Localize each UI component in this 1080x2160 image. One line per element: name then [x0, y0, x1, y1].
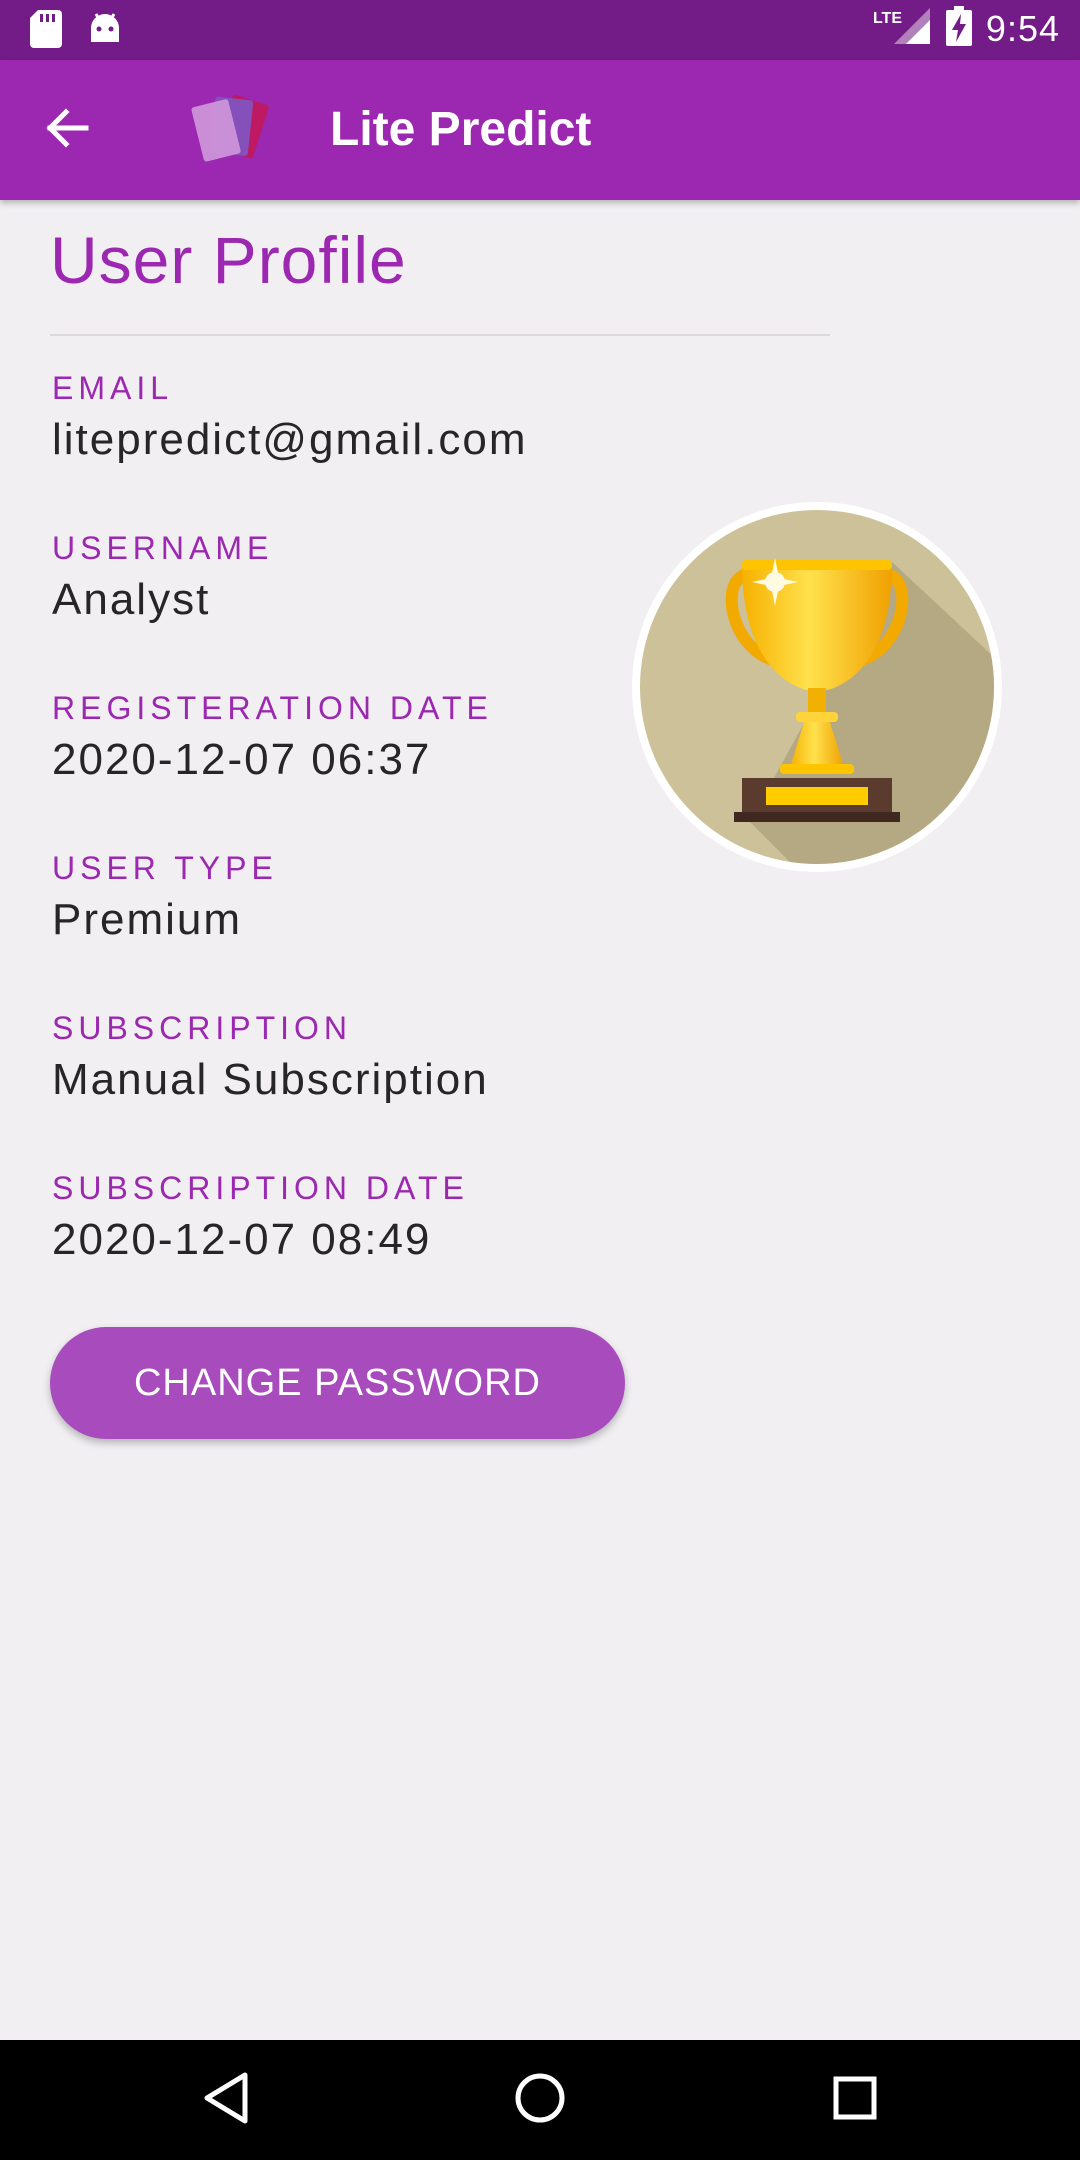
field-label: SUBSCRIPTION — [52, 1010, 353, 1046]
trophy-icon — [630, 502, 1004, 876]
field-value: 2020-12-07 08:49 — [52, 1215, 432, 1264]
field-label: REGISTERATION DATE — [52, 690, 493, 726]
app-title: Lite Predict — [330, 103, 592, 156]
network-type-label: LTE — [872, 10, 902, 27]
username-field: USERNAME Analyst — [52, 528, 273, 628]
nav-back-icon — [201, 2071, 251, 2130]
battery-charging-icon — [945, 6, 972, 51]
field-label: USER TYPE — [52, 850, 278, 886]
page-title: User Profile — [50, 223, 407, 297]
field-value: litepredict@gmail.com — [52, 415, 528, 464]
title-divider — [50, 334, 830, 336]
nav-home-icon — [513, 2071, 567, 2130]
field-value: 2020-12-07 06:37 — [52, 735, 432, 784]
field-label: EMAIL — [52, 370, 174, 406]
field-label: SUBSCRIPTION DATE — [52, 1170, 469, 1206]
user-type-field: USER TYPE Premium — [52, 848, 278, 948]
registration-date-field: REGISTERATION DATE 2020-12-07 06:37 — [52, 688, 493, 788]
status-bar: LTE 9:54 — [0, 0, 1080, 60]
field-value: Manual Subscription — [52, 1055, 489, 1104]
navigation-bar — [0, 2040, 1080, 2160]
sd-card-icon — [30, 10, 62, 53]
nav-home-button[interactable] — [500, 2060, 580, 2140]
field-value: Analyst — [52, 575, 211, 624]
nav-recents-icon — [832, 2075, 878, 2126]
avatar — [630, 502, 1004, 872]
status-time: 9:54 — [985, 7, 1060, 49]
back-button[interactable] — [38, 100, 98, 160]
nav-back-button[interactable] — [186, 2060, 266, 2140]
app-logo-icon — [178, 90, 278, 170]
subscription-field: SUBSCRIPTION Manual Subscription — [52, 1008, 489, 1108]
android-icon — [88, 12, 122, 51]
arrow-back-icon — [46, 106, 90, 155]
nav-recents-button[interactable] — [815, 2060, 895, 2140]
email-field: EMAIL litepredict@gmail.com — [52, 368, 527, 468]
app-bar: Lite Predict — [0, 60, 1080, 200]
field-label: USERNAME — [52, 530, 274, 566]
subscription-date-field: SUBSCRIPTION DATE 2020-12-07 08:49 — [52, 1168, 469, 1268]
field-value: Premium — [52, 895, 243, 944]
change-password-button[interactable]: CHANGE PASSWORD — [50, 1327, 625, 1439]
